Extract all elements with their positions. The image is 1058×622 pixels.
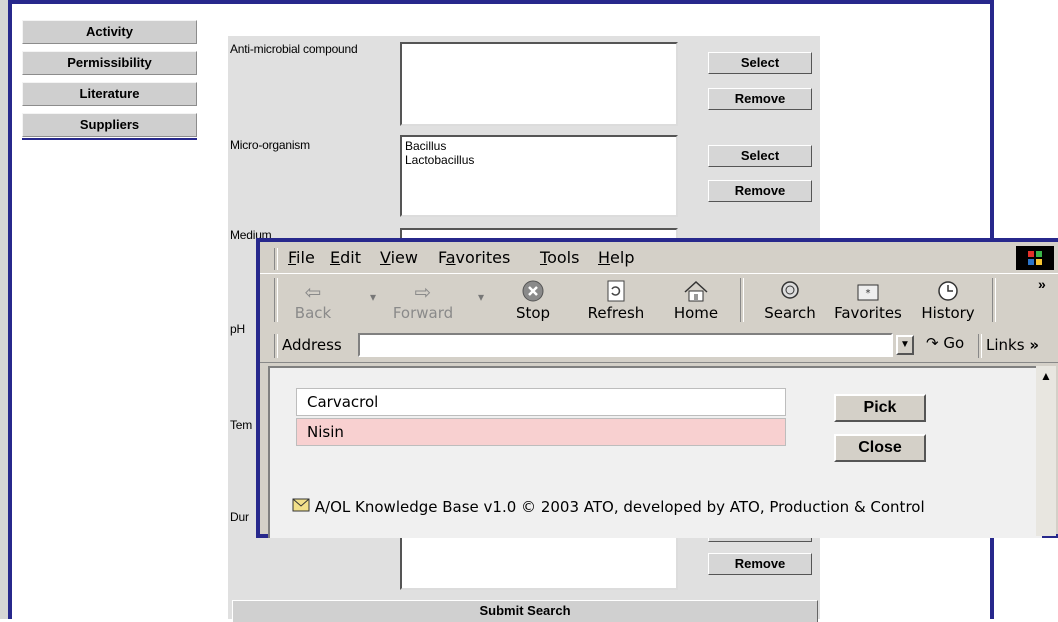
go-button[interactable]: ↷ Go <box>926 334 964 352</box>
toolbar-separator <box>740 278 744 322</box>
menu-file[interactable]: File <box>288 248 315 267</box>
forward-arrow-icon: ⇨ <box>414 280 432 304</box>
stop-button[interactable]: Stop <box>508 280 558 322</box>
search-icon <box>760 280 820 304</box>
forward-dropdown-icon[interactable]: ▾ <box>478 290 484 304</box>
favorites-label: Favorites <box>834 304 902 322</box>
svg-text:*: * <box>866 288 871 299</box>
links-button[interactable]: Links » <box>986 336 1039 354</box>
toolbar-more-chevron-icon[interactable]: » <box>1038 276 1046 292</box>
menu-favorites[interactable]: Favorites <box>438 248 510 267</box>
back-label: Back <box>294 304 332 322</box>
sidebar-item-label: Activity <box>86 24 133 39</box>
scroll-up-arrow-icon[interactable]: ▲ <box>1036 366 1056 386</box>
antimicrobial-listbox[interactable] <box>400 42 678 126</box>
menu-tools[interactable]: Tools <box>540 248 579 267</box>
field-label-microorganism: Micro-organism <box>230 138 310 152</box>
vertical-scrollbar[interactable]: ▲ <box>1036 366 1056 536</box>
toolbar: ⇦ Back ▾ ⇨ Forward ▾ Stop Refresh Home S… <box>260 273 1058 329</box>
links-label: Links <box>986 336 1025 354</box>
windows-logo-icon <box>1016 246 1054 270</box>
history-icon <box>920 280 976 304</box>
back-arrow-icon: ⇦ <box>304 280 322 304</box>
toolbar-separator <box>992 278 996 322</box>
refresh-icon <box>584 280 648 304</box>
home-button[interactable]: Home <box>668 280 724 322</box>
address-input[interactable] <box>358 333 893 357</box>
menu-help[interactable]: Help <box>598 248 634 267</box>
duration-listbox[interactable] <box>400 534 678 590</box>
close-button[interactable]: Close <box>834 434 926 462</box>
microorganism-listbox[interactable]: Bacillus Lactobacillus <box>400 135 678 217</box>
field-label-antimicrobial: Anti-microbial compound <box>230 42 358 56</box>
home-label: Home <box>673 304 719 322</box>
stop-label: Stop <box>515 304 551 322</box>
field-label-ph: pH <box>230 322 245 336</box>
refresh-label: Refresh <box>587 304 645 322</box>
go-label: Go <box>943 334 965 352</box>
list-item[interactable]: Lactobacillus <box>405 153 673 167</box>
sidebar-item-literature[interactable]: Literature <box>22 82 197 106</box>
status-line: A/OL Knowledge Base v1.0 © 2003 ATO, dev… <box>292 498 925 516</box>
menu-grip <box>274 248 278 270</box>
sidebar-item-label: Suppliers <box>79 117 140 132</box>
list-item[interactable]: Bacillus <box>405 139 673 153</box>
remove-duration-button[interactable]: Remove <box>708 553 812 575</box>
menu-edit[interactable]: Edit <box>330 248 361 267</box>
remove-microorganism-button[interactable]: Remove <box>708 180 812 202</box>
sidebar-item-suppliers[interactable]: Suppliers <box>22 113 197 137</box>
sidebar-divider <box>22 138 197 140</box>
picker-popup-window: File Edit View Favorites Tools Help ⇦ Ba… <box>256 238 1058 538</box>
links-chevron-icon: » <box>1029 336 1040 354</box>
status-text: A/OL Knowledge Base v1.0 © 2003 ATO, dev… <box>314 498 925 516</box>
stop-icon <box>508 280 558 304</box>
search-label: Search <box>764 304 816 322</box>
option-nisin-selected[interactable]: Nisin <box>296 418 786 446</box>
history-label: History <box>921 304 975 322</box>
menu-view[interactable]: View <box>380 248 418 267</box>
search-button[interactable]: Search <box>760 280 820 322</box>
favorites-button[interactable]: * Favorites <box>830 280 906 322</box>
history-button[interactable]: History <box>920 280 976 322</box>
address-bar: Address ▼ ↷ Go Links » <box>260 328 1058 363</box>
option-carvacrol[interactable]: Carvacrol <box>296 388 786 416</box>
field-label-temperature: Tem <box>230 418 253 432</box>
field-label-duration: Dur <box>230 510 249 524</box>
home-icon <box>668 280 724 304</box>
favorites-icon: * <box>830 280 906 304</box>
go-arrow-icon: ↷ <box>926 334 939 352</box>
menu-bar: File Edit View Favorites Tools Help <box>260 242 1058 272</box>
select-microorganism-button[interactable]: Select <box>708 145 812 167</box>
refresh-button[interactable]: Refresh <box>584 280 648 322</box>
links-separator <box>978 334 982 358</box>
address-grip <box>274 334 278 358</box>
remove-antimicrobial-button[interactable]: Remove <box>708 88 812 110</box>
select-antimicrobial-button[interactable]: Select <box>708 52 812 74</box>
pick-button[interactable]: Pick <box>834 394 926 422</box>
sidebar-item-label: Permissibility <box>67 55 152 70</box>
forward-button[interactable]: ⇨ Forward <box>386 280 460 322</box>
forward-label: Forward <box>392 304 454 322</box>
address-label: Address <box>282 336 342 354</box>
sidebar-item-permissibility[interactable]: Permissibility <box>22 51 197 75</box>
mail-icon <box>292 498 315 516</box>
back-dropdown-icon[interactable]: ▾ <box>370 290 376 304</box>
sidebar-item-activity[interactable]: Activity <box>22 20 197 44</box>
address-dropdown-icon[interactable]: ▼ <box>896 335 914 355</box>
sidebar-item-label: Literature <box>79 86 140 101</box>
back-button[interactable]: ⇦ Back <box>284 280 342 322</box>
toolbar-grip <box>274 278 278 322</box>
